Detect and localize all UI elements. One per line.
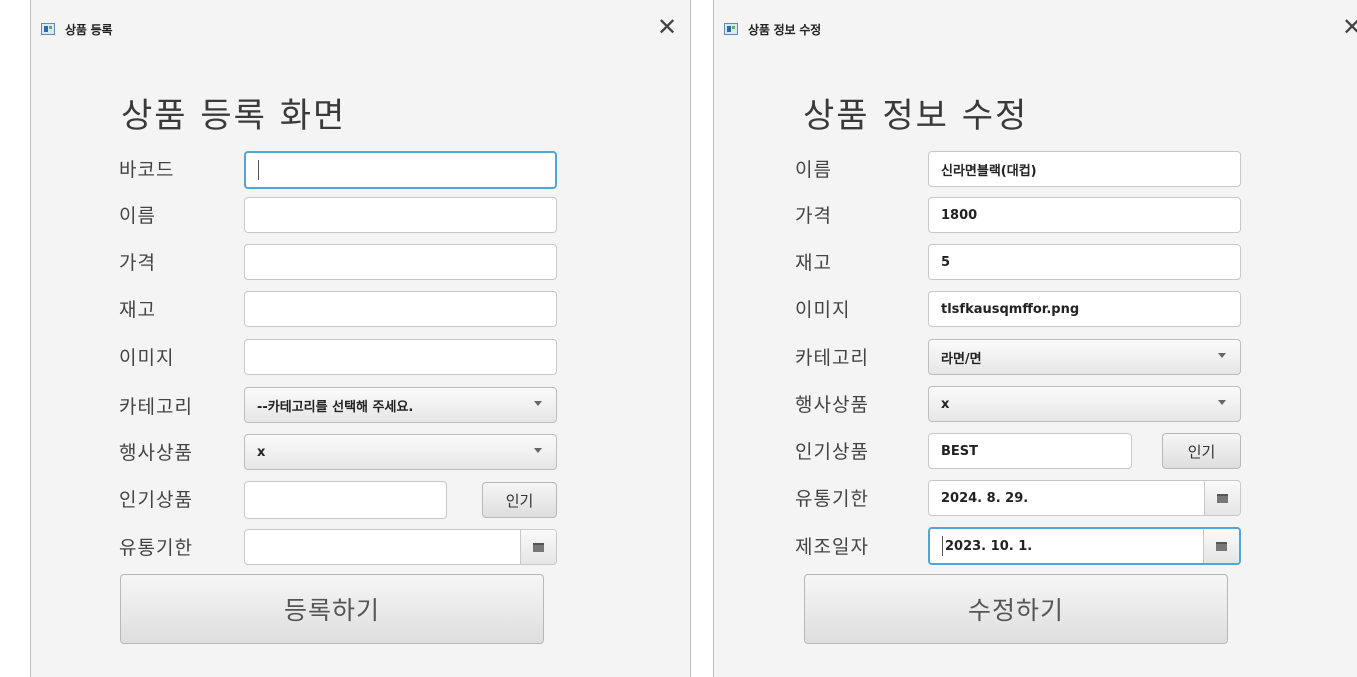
- event-select[interactable]: x: [928, 386, 1241, 422]
- chevron-down-icon: [534, 448, 542, 453]
- price-input[interactable]: 1800: [928, 197, 1241, 233]
- calendar-button[interactable]: [520, 530, 556, 564]
- popular-button[interactable]: 인기: [1162, 433, 1241, 469]
- window-title: 상품 등록: [65, 23, 113, 37]
- stock-input[interactable]: 5: [928, 244, 1241, 280]
- event-selected-value: x: [257, 444, 266, 460]
- stock-input[interactable]: [244, 291, 557, 327]
- register-window: 상품 등록 ✕ 상품 등록 화면 바코드 이름 가격 재고 이미지 카테고리 -…: [30, 0, 691, 677]
- expiry-date-value: 2024. 8. 29.: [941, 490, 1029, 506]
- event-label: 행사상품: [795, 394, 869, 416]
- popular-input[interactable]: BEST: [928, 433, 1132, 469]
- image-input[interactable]: tlsfkausqmffor.png: [928, 291, 1241, 327]
- manufacture-date-text: 2023. 10. 1.: [945, 538, 1033, 554]
- calendar-icon: [1216, 541, 1227, 551]
- expiry-label: 유통기한: [795, 488, 869, 510]
- barcode-input[interactable]: [244, 151, 557, 189]
- price-label: 가격: [119, 252, 156, 274]
- chevron-down-icon: [1218, 400, 1226, 405]
- chevron-down-icon: [534, 401, 542, 406]
- window-title: 상품 정보 수정: [748, 23, 821, 37]
- calendar-button[interactable]: [1203, 529, 1239, 563]
- popular-input[interactable]: [244, 481, 447, 519]
- page-title: 상품 정보 수정: [803, 96, 1029, 136]
- event-label: 행사상품: [119, 442, 193, 464]
- calendar-button[interactable]: [1204, 481, 1240, 515]
- category-selected-value: 라면/면: [941, 351, 982, 367]
- category-select[interactable]: --카테고리를 선택해 주세요.: [244, 387, 557, 423]
- register-submit-button[interactable]: 등록하기: [120, 574, 544, 644]
- calendar-icon: [1217, 493, 1228, 503]
- name-label: 이름: [119, 205, 156, 227]
- event-selected-value: x: [941, 396, 950, 412]
- app-window-icon: [41, 23, 55, 35]
- stock-label: 재고: [795, 252, 832, 274]
- manufacture-date-value: 2023. 10. 1.: [942, 529, 1032, 563]
- image-label: 이미지: [119, 347, 175, 369]
- manufacture-date-picker[interactable]: 2023. 10. 1.: [928, 527, 1241, 565]
- expiry-date-picker[interactable]: 2024. 8. 29.: [928, 480, 1241, 516]
- chevron-down-icon: [1218, 353, 1226, 358]
- edit-submit-button[interactable]: 수정하기: [804, 574, 1228, 644]
- price-label: 가격: [795, 205, 832, 227]
- category-label: 카테고리: [795, 347, 869, 369]
- expiry-date-picker[interactable]: [244, 529, 557, 565]
- name-label: 이름: [795, 159, 832, 181]
- title-bar: 상품 정보 수정 ✕: [714, 0, 1357, 60]
- popular-label: 인기상품: [119, 489, 193, 511]
- close-icon[interactable]: ✕: [657, 12, 677, 42]
- name-input[interactable]: 신라면블랙(대컵): [928, 151, 1241, 187]
- close-icon[interactable]: ✕: [1342, 12, 1357, 42]
- barcode-label: 바코드: [119, 159, 175, 181]
- name-input[interactable]: [244, 197, 557, 233]
- calendar-icon: [533, 542, 544, 552]
- image-input[interactable]: [244, 339, 557, 375]
- price-input[interactable]: [244, 244, 557, 280]
- text-caret: [258, 160, 259, 180]
- category-selected-value: --카테고리를 선택해 주세요.: [257, 399, 414, 415]
- image-label: 이미지: [795, 299, 851, 321]
- title-bar: 상품 등록 ✕: [31, 0, 690, 60]
- text-caret: [942, 536, 943, 556]
- expiry-label: 유통기한: [119, 537, 193, 559]
- category-select[interactable]: 라면/면: [928, 339, 1241, 375]
- popular-label: 인기상품: [795, 441, 869, 463]
- app-window-icon: [724, 23, 738, 35]
- category-label: 카테고리: [119, 396, 193, 418]
- page-title: 상품 등록 화면: [121, 96, 347, 136]
- manufacture-label: 제조일자: [795, 536, 869, 558]
- event-select[interactable]: x: [244, 434, 557, 470]
- popular-button[interactable]: 인기: [482, 482, 557, 518]
- edit-window: 상품 정보 수정 ✕ 상품 정보 수정 이름 신라면블랙(대컵) 가격 1800…: [713, 0, 1357, 677]
- stock-label: 재고: [119, 299, 156, 321]
